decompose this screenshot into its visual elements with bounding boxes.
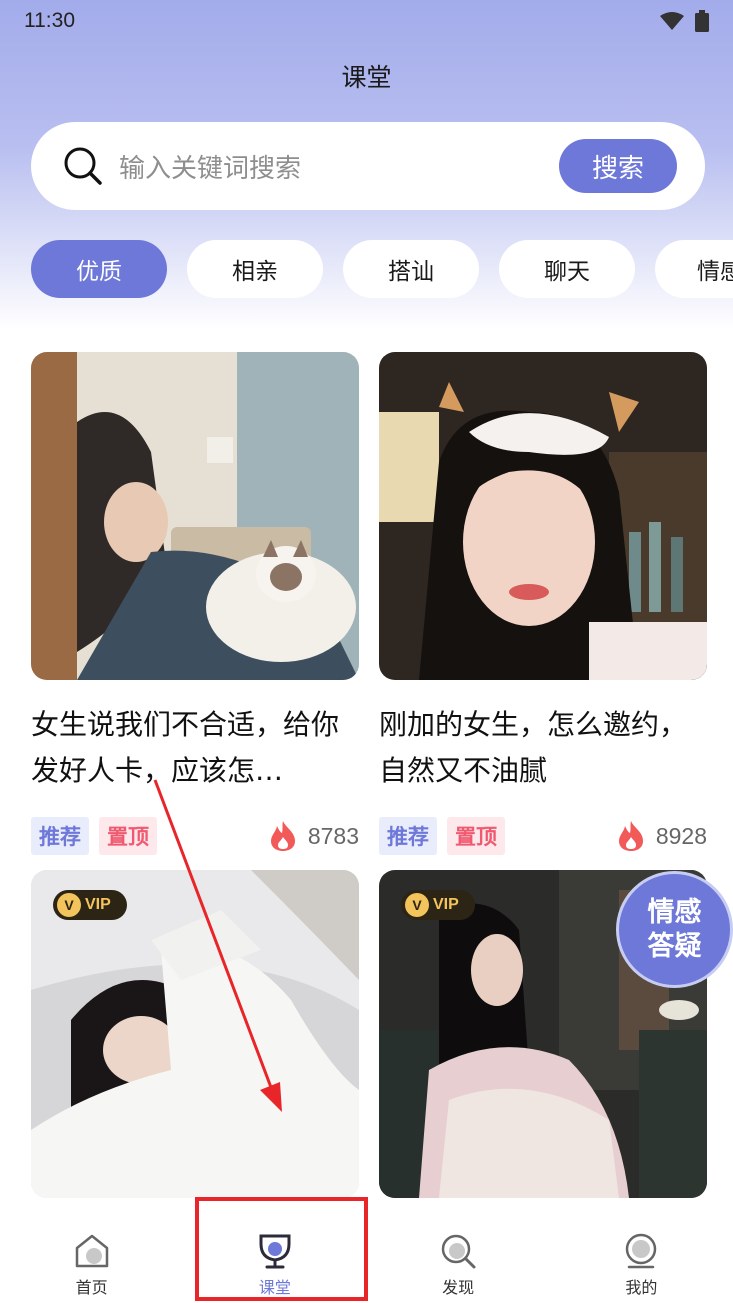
tab-pickup[interactable]: 搭讪: [343, 240, 479, 298]
course-thumbnail[interactable]: [379, 352, 707, 680]
flame-icon: [270, 821, 295, 851]
course-title[interactable]: 刚加的女生，怎么邀约，自然又不油腻: [379, 702, 707, 794]
photo-girl-with-antlers: [379, 352, 707, 680]
status-time: 11:30: [24, 9, 75, 32]
battery-icon: [695, 10, 709, 32]
home-icon: [75, 1234, 108, 1268]
search-button[interactable]: 搜索: [559, 139, 677, 193]
nav-profile[interactable]: 我的: [550, 1208, 733, 1303]
hot-count: 8783: [268, 820, 359, 852]
tag-recommended: 推荐: [379, 817, 437, 855]
course-thumbnail[interactable]: V VIP: [31, 870, 359, 1198]
tag-pinned: 置顶: [447, 817, 505, 855]
nav-label: 我的: [625, 1278, 658, 1297]
course-card[interactable]: 刚加的女生，怎么邀约，自然又不油腻 推荐 置顶 8928: [379, 352, 707, 856]
photo-girl-with-cat: [31, 352, 359, 680]
search-bar[interactable]: 输入关键词搜索 搜索: [31, 122, 705, 210]
tab-emotion[interactable]: 情感: [655, 240, 733, 298]
nav-discover[interactable]: 发现: [367, 1208, 550, 1303]
tab-blind-date[interactable]: 相亲: [187, 240, 323, 298]
page-title: 课堂: [341, 63, 392, 92]
search-icon: [64, 147, 102, 185]
hot-count-value: 8928: [655, 822, 707, 849]
tab-chat[interactable]: 聊天: [499, 240, 635, 298]
category-tabs: 优质 相亲 搭讪 聊天 情感: [31, 240, 733, 298]
flame-icon: [618, 821, 643, 851]
profile-icon: [626, 1233, 657, 1269]
tag-recommended: 推荐: [31, 817, 89, 855]
course-meta: 推荐 置顶 8783: [31, 816, 359, 856]
course-card[interactable]: 女生说我们不合适，给你发好人卡，应该怎… 推荐 置顶 8783: [31, 352, 359, 856]
nav-label: 发现: [442, 1278, 475, 1297]
nav-label: 首页: [75, 1278, 108, 1297]
nav-home[interactable]: 首页: [0, 1208, 183, 1303]
discover-icon: [441, 1234, 476, 1269]
course-thumbnail[interactable]: [31, 352, 359, 680]
hot-count-value: 8783: [307, 822, 359, 849]
course-meta: 推荐 置顶 8928: [379, 816, 707, 856]
status-icons: [659, 10, 709, 32]
float-badge-line2: 答疑: [647, 930, 702, 962]
vip-coin-icon: V: [405, 893, 429, 917]
vip-badge: V VIP: [401, 890, 475, 920]
wifi-icon: [660, 12, 684, 30]
search-input[interactable]: 输入关键词搜索: [119, 148, 559, 185]
tab-quality[interactable]: 优质: [31, 240, 167, 298]
status-bar: 11:30: [0, 0, 733, 42]
course-title[interactable]: 女生说我们不合适，给你发好人卡，应该怎…: [31, 702, 359, 794]
course-card[interactable]: V VIP: [31, 870, 359, 1198]
annotation-highlight-box: [195, 1197, 368, 1301]
tag-pinned: 置顶: [99, 817, 157, 855]
vip-coin-icon: V: [57, 893, 81, 917]
float-badge-line1: 情感: [647, 896, 702, 928]
vip-badge: V VIP: [53, 890, 127, 920]
emotion-qa-float-button[interactable]: 情感 答疑: [616, 871, 733, 988]
hot-count: 8928: [616, 820, 707, 852]
